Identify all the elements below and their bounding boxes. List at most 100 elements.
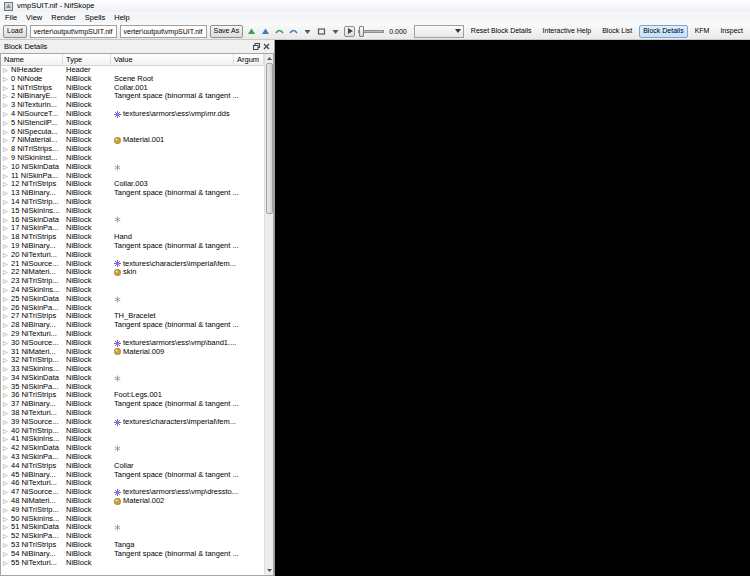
- play-button[interactable]: [344, 26, 355, 37]
- float-icon[interactable]: [253, 43, 260, 50]
- expand-arrow[interactable]: ▷: [3, 145, 11, 154]
- table-row[interactable]: ▷26 NiSkinPa...NiBlock: [1, 304, 264, 313]
- table-row[interactable]: ▷5 NiStencilP...NiBlock: [1, 119, 264, 128]
- expand-arrow[interactable]: ▷: [3, 251, 11, 260]
- expand-arrow[interactable]: ▷: [3, 374, 11, 383]
- table-row[interactable]: ▷45 NiBinary...NiBlockTangent space (bin…: [1, 471, 264, 480]
- table-row[interactable]: ▷22 NiMateri...NiBlockskin: [1, 268, 264, 277]
- expand-arrow[interactable]: ▷: [3, 216, 11, 225]
- toolbar-button[interactable]: KFM: [691, 25, 714, 38]
- expand-arrow[interactable]: ▷: [3, 330, 11, 339]
- expand-arrow[interactable]: ▷: [3, 427, 11, 436]
- expand-arrow[interactable]: ▷: [3, 479, 11, 488]
- menu-item[interactable]: View: [26, 12, 42, 23]
- expand-arrow[interactable]: ▷: [3, 321, 11, 330]
- table-row[interactable]: ▷6 NiSpecula...NiBlock: [1, 128, 264, 137]
- table-row[interactable]: ▷25 NiSkinDataNiBlock: [1, 295, 264, 304]
- expand-arrow[interactable]: ▷: [3, 233, 11, 242]
- expand-arrow[interactable]: ▷: [3, 541, 11, 550]
- column-header[interactable]: Value: [111, 54, 234, 65]
- table-row[interactable]: ▷8 NiTriStrips...NiBlock: [1, 145, 264, 154]
- view-tool-icon[interactable]: [316, 26, 327, 37]
- expand-arrow[interactable]: ▷: [3, 506, 11, 515]
- toolbar-button[interactable]: Inspect: [716, 25, 747, 38]
- table-row[interactable]: ▷12 NiTriStripsNiBlockCollar.003: [1, 180, 264, 189]
- menu-item[interactable]: Render: [51, 12, 76, 23]
- table-row[interactable]: ▷52 NiSkinPa...NiBlock: [1, 532, 264, 541]
- table-row[interactable]: ▷9 NiSkinInst...NiBlock: [1, 154, 264, 163]
- table-row[interactable]: ▷53 NiTriStripsNiBlockTanga: [1, 541, 264, 550]
- table-row[interactable]: ▷23 NiTriStrip...NiBlock: [1, 277, 264, 286]
- expand-arrow[interactable]: ▷: [3, 172, 11, 181]
- toolbar-button[interactable]: Block List: [598, 25, 636, 38]
- table-row[interactable]: ▷18 NiTriStripsNiBlockHand: [1, 233, 264, 242]
- table-row[interactable]: ▷43 NiSkinPa...NiBlock: [1, 453, 264, 462]
- expand-arrow[interactable]: ▷: [3, 312, 11, 321]
- view-tool-icon[interactable]: [288, 26, 299, 37]
- expand-arrow[interactable]: ▷: [3, 163, 11, 172]
- table-row[interactable]: ▷51 NiSkinDataNiBlock: [1, 523, 264, 532]
- table-row[interactable]: ▷49 NiTriStrip...NiBlock: [1, 506, 264, 515]
- table-row[interactable]: ▷50 NiSkinIns...NiBlock: [1, 515, 264, 524]
- view-tool-icon[interactable]: [260, 26, 271, 37]
- table-row[interactable]: ▷35 NiSkinPa...NiBlock: [1, 383, 264, 392]
- table-row[interactable]: ▷19 NiBinary...NiBlockTangent space (bin…: [1, 242, 264, 251]
- expand-arrow[interactable]: ▷: [3, 268, 11, 277]
- table-row[interactable]: ▷16 NiSkinDataNiBlock: [1, 216, 264, 225]
- table-row[interactable]: ▷29 NiTexturi...NiBlock: [1, 330, 264, 339]
- toolbar-button[interactable]: Interactive Help: [539, 25, 596, 38]
- table-row[interactable]: ▷4 NiSourceT...NiBlocktextures\armors\es…: [1, 110, 264, 119]
- table-row[interactable]: ▷2 NiBinaryE...NiBlockTangent space (bin…: [1, 92, 264, 101]
- expand-arrow[interactable]: ▷: [3, 339, 11, 348]
- expand-arrow[interactable]: ▷: [3, 435, 11, 444]
- table-row[interactable]: ▷7 NiMaterial...NiBlockMaterial.001: [1, 136, 264, 145]
- expand-arrow[interactable]: ▷: [3, 136, 11, 145]
- expand-arrow[interactable]: ▷: [3, 348, 11, 357]
- table-row[interactable]: ▷40 NiTriStrip...NiBlock: [1, 427, 264, 436]
- column-header[interactable]: Argum: [234, 54, 264, 65]
- table-row[interactable]: ▷21 NiSource...NiBlocktextures\character…: [1, 260, 264, 269]
- save-as-button[interactable]: Save As: [210, 25, 244, 38]
- table-row[interactable]: ▷36 NiTriStripsNiBlockFoot:Legs.001: [1, 391, 264, 400]
- expand-arrow[interactable]: ▷: [3, 295, 11, 304]
- view-tool-icon[interactable]: [302, 26, 313, 37]
- expand-arrow[interactable]: ▷: [3, 286, 11, 295]
- expand-arrow[interactable]: ▷: [3, 277, 11, 286]
- table-row[interactable]: ▷0 NiNodeNiBlockScene Root: [1, 75, 264, 84]
- expand-arrow[interactable]: ▷: [3, 207, 11, 216]
- expand-arrow[interactable]: ▷: [3, 488, 11, 497]
- time-slider[interactable]: [358, 30, 384, 33]
- view-tool-icon[interactable]: [330, 26, 341, 37]
- table-row[interactable]: ▷1 NiTriStripsNiBlockCollar.001: [1, 84, 264, 93]
- expand-arrow[interactable]: ▷: [3, 66, 11, 75]
- expand-arrow[interactable]: ▷: [3, 189, 11, 198]
- table-row[interactable]: ▷10 NiSkinDataNiBlock: [1, 163, 264, 172]
- table-row[interactable]: ▷27 NiTriStripsNiBlockTH_Bracelet: [1, 312, 264, 321]
- view-tool-icon[interactable]: [246, 26, 257, 37]
- view-tool-icon[interactable]: [274, 26, 285, 37]
- load-button[interactable]: Load: [3, 25, 27, 38]
- table-row[interactable]: ▷55 NiTexturi...NiBlock: [1, 559, 264, 568]
- table-row[interactable]: ▷47 NiSource...NiBlocktextures\armors\es…: [1, 488, 264, 497]
- scroll-down[interactable]: [265, 566, 273, 575]
- expand-arrow[interactable]: ▷: [3, 418, 11, 427]
- table-row[interactable]: ▷48 NiMateri...NiBlockMaterial.002: [1, 497, 264, 506]
- expand-arrow[interactable]: ▷: [3, 497, 11, 506]
- table-row[interactable]: ▷54 NiBinary...NiBlockTangent space (bin…: [1, 550, 264, 559]
- menu-item[interactable]: File: [5, 12, 17, 23]
- expand-arrow[interactable]: ▷: [3, 515, 11, 524]
- expand-arrow[interactable]: ▷: [3, 198, 11, 207]
- table-row[interactable]: ▷39 NiSource...NiBlocktextures\character…: [1, 418, 264, 427]
- column-header[interactable]: Type: [63, 54, 111, 65]
- expand-arrow[interactable]: ▷: [3, 75, 11, 84]
- expand-arrow[interactable]: ▷: [3, 391, 11, 400]
- menu-item[interactable]: Help: [114, 12, 129, 23]
- animation-dropdown[interactable]: [414, 25, 464, 38]
- table-row[interactable]: ▷33 NiSkinIns...NiBlock: [1, 365, 264, 374]
- menu-item[interactable]: Spells: [85, 12, 105, 23]
- expand-arrow[interactable]: ▷: [3, 453, 11, 462]
- expand-arrow[interactable]: ▷: [3, 462, 11, 471]
- expand-arrow[interactable]: ▷: [3, 242, 11, 251]
- expand-arrow[interactable]: ▷: [3, 180, 11, 189]
- expand-arrow[interactable]: ▷: [3, 101, 11, 110]
